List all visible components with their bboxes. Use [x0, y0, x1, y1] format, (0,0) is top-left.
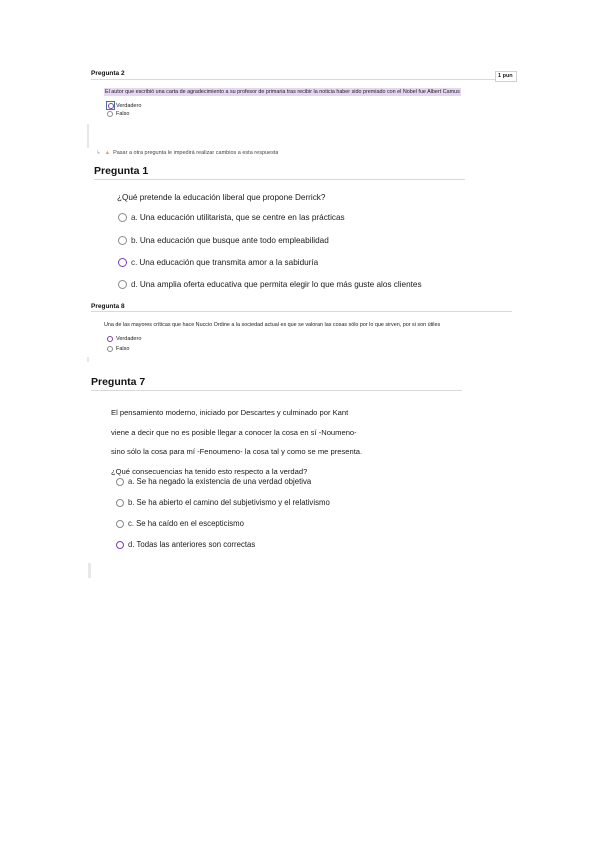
radio-unselected-icon[interactable] — [118, 236, 127, 245]
question-1-option-b[interactable]: b. Una educación que busque ante todo em… — [118, 236, 329, 245]
divider — [94, 179, 465, 180]
option-label: Verdadero — [116, 336, 142, 342]
question-7-option-c[interactable]: c. Se ha caído en el escepticismo — [116, 519, 244, 528]
warning-icon: ▲ — [104, 150, 111, 156]
question-7-option-a[interactable]: a. Se ha negado la existencia de una ver… — [116, 477, 311, 486]
margin-bar — [87, 124, 89, 148]
radio-selected-icon[interactable] — [118, 258, 127, 267]
option-label: Se ha abierto el camino del subjetivismo… — [136, 498, 330, 507]
question-2-points: 1 pun — [495, 71, 517, 82]
radio-unselected-icon[interactable] — [118, 213, 127, 222]
question-text-line: sino sólo la cosa para mí -Fenoumeno- la… — [111, 447, 363, 456]
question-7-title: Pregunta 7 — [91, 376, 146, 388]
radio-unselected-icon[interactable] — [107, 346, 113, 352]
question-2-title: Pregunta 2 — [91, 70, 125, 77]
question-2-text: El autor que escribió una carta de agrad… — [104, 88, 461, 96]
radio-unselected-icon[interactable] — [116, 519, 124, 528]
divider — [91, 311, 512, 312]
question-7-option-b[interactable]: b. Se ha abierto el camino del subjetivi… — [116, 498, 330, 507]
question-8-option-false[interactable]: Falso — [107, 346, 129, 352]
radio-unselected-icon[interactable] — [116, 477, 124, 486]
option-label: Una educación que transmita amor a la sa… — [139, 258, 319, 267]
question-8-option-true[interactable]: Verdadero — [107, 336, 141, 342]
question-8-text: Una de las mayores críticas que hace Nuc… — [104, 322, 441, 328]
arrow-icon: ↳ — [96, 150, 101, 156]
focus-outline — [106, 101, 115, 110]
divider — [91, 390, 462, 391]
divider — [91, 79, 495, 80]
radio-unselected-icon[interactable] — [107, 111, 113, 117]
question-7-text: El pensamiento moderno, iniciado por Des… — [111, 403, 362, 481]
question-1-option-a[interactable]: a. Una educación utilitarista, que se ce… — [118, 213, 345, 222]
option-label: Falso — [116, 111, 130, 117]
question-1-text: ¿Qué pretende la educación liberal que p… — [117, 193, 326, 202]
question-text-line: El pensamiento moderno, iniciado por Des… — [111, 408, 349, 417]
option-label: Falso — [116, 346, 130, 352]
margin-bar — [88, 563, 91, 578]
margin-bar — [87, 357, 89, 362]
radio-selected-icon[interactable] — [116, 540, 124, 549]
question-7-option-d[interactable]: d. Todas las anteriores son correctas — [116, 540, 255, 549]
radio-unselected-icon[interactable] — [116, 498, 124, 507]
radio-selected-icon[interactable] — [107, 336, 113, 342]
option-label: Verdadero — [116, 102, 142, 109]
question-1-option-d[interactable]: d. Una amplia oferta educativa que permi… — [118, 280, 422, 289]
question-2-warning: ↳ ▲ Pasar a otra pregunta le impedirá re… — [96, 150, 279, 156]
option-label: Una amplia oferta educativa que permita … — [139, 280, 422, 289]
option-label: Una educación utilitarista, que se centr… — [139, 213, 345, 222]
option-label: Se ha negado la existencia de una verdad… — [136, 477, 312, 486]
option-label: Una educación que busque ante todo emple… — [139, 236, 329, 245]
radio-selected-icon[interactable] — [107, 102, 114, 109]
question-1-option-c[interactable]: c. Una educación que transmita amor a la… — [118, 258, 318, 267]
question-1-title: Pregunta 1 — [94, 165, 149, 177]
question-2-option-true[interactable]: Verdadero — [106, 101, 141, 110]
question-8-title: Pregunta 8 — [91, 303, 125, 310]
question-2-option-false[interactable]: Falso — [107, 111, 129, 117]
option-label: Todas las anteriores son correctas — [136, 540, 256, 549]
question-text-line: viene a decir que no es posible llegar a… — [111, 427, 357, 437]
option-label: Se ha caído en el escepticismo — [136, 519, 244, 528]
radio-unselected-icon[interactable] — [118, 280, 127, 289]
